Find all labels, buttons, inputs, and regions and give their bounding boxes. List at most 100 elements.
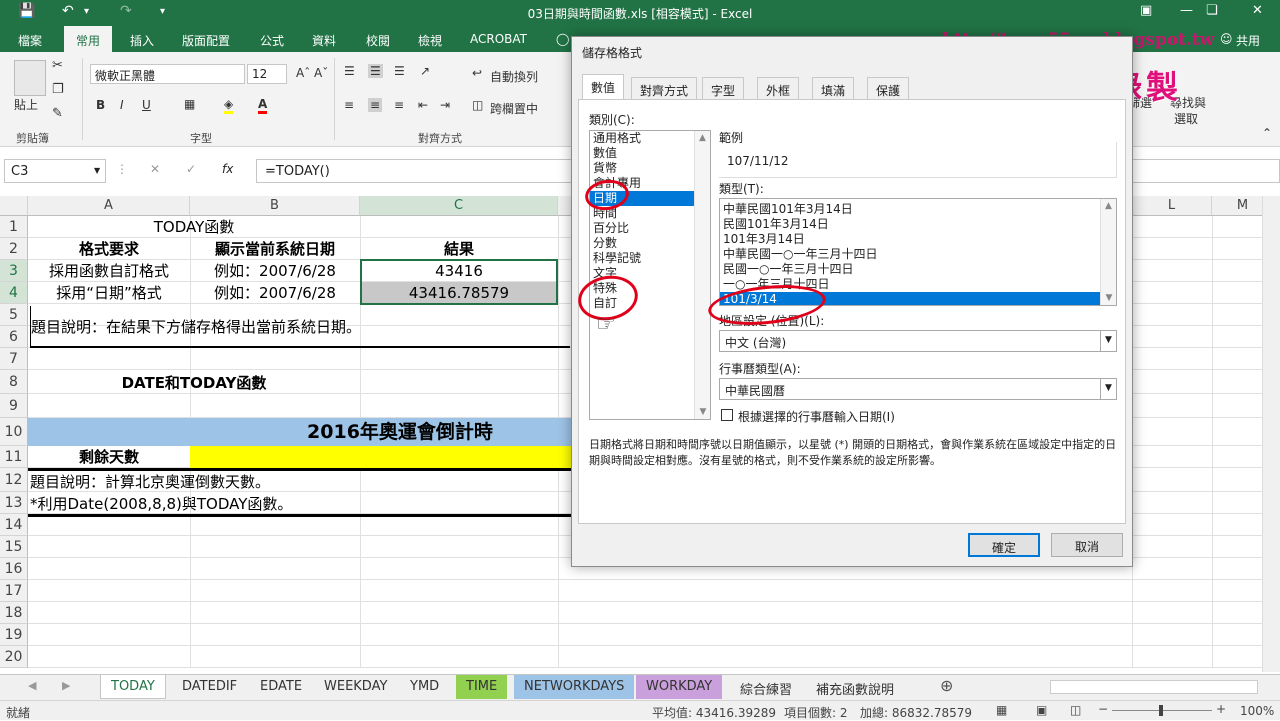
column-header-l[interactable]: L (1132, 196, 1212, 216)
zoom-slider-thumb[interactable] (1159, 705, 1163, 716)
splitter-icon[interactable]: ⋮ (116, 162, 128, 176)
cancel-icon[interactable]: ✕ (150, 162, 160, 176)
cell-a12[interactable]: 題目說明：計算北京奧運倒數天數。 (30, 471, 570, 493)
row-header[interactable]: 11 (0, 446, 28, 468)
tab-protection[interactable]: 保護 (867, 77, 910, 99)
page-layout-icon[interactable]: ▣ (1036, 703, 1047, 717)
row-header[interactable]: 10 (0, 418, 28, 446)
name-box-dropdown-icon[interactable]: ▼ (94, 166, 100, 175)
tab-acrobat[interactable]: ACROBAT (470, 32, 527, 46)
type-item[interactable]: 民國101年3月14日 (720, 217, 1116, 232)
tab-font[interactable]: 字型 (702, 77, 745, 99)
minimize-button[interactable]: — (1180, 3, 1193, 18)
bold-icon[interactable]: B (96, 98, 105, 112)
row-header[interactable]: 14 (0, 514, 28, 536)
row-header[interactable]: 5 (0, 304, 28, 326)
locale-dropdown[interactable]: 中文 (台灣) ▼ (719, 330, 1117, 352)
cell-a1[interactable]: TODAY函數 (28, 216, 360, 238)
lightbulb-icon[interactable]: ◯ (556, 32, 569, 46)
find-select-label[interactable]: 選取 (1174, 110, 1198, 127)
sheet-tab[interactable]: YMD (400, 675, 449, 699)
tab-border[interactable]: 外框 (757, 77, 800, 99)
type-item[interactable]: 中華民國一○一年三月十四日 (720, 247, 1116, 262)
sheet-tab[interactable]: NETWORKDAYS (514, 675, 635, 699)
row-header[interactable]: 9 (0, 394, 28, 418)
scroll-right-icon[interactable]: ▶ (62, 679, 70, 692)
decrease-indent-icon[interactable]: ⇤ (418, 98, 428, 112)
select-all-corner[interactable] (0, 196, 28, 216)
type-scrollbar[interactable]: ▲ ▼ (1100, 199, 1116, 305)
tab-page-layout[interactable]: 版面配置 (182, 32, 230, 49)
format-painter-icon[interactable]: ✎ (52, 106, 63, 121)
row-header[interactable]: 1 (0, 216, 28, 238)
ribbon-display-icon[interactable]: ▣ (1140, 3, 1152, 18)
merge-center-button[interactable]: 跨欄置中 (490, 100, 538, 117)
paste-button[interactable]: 貼上 (14, 96, 38, 113)
copy-icon[interactable]: ❐ (52, 82, 64, 97)
tab-number[interactable]: 數值 (582, 74, 625, 100)
column-header-d[interactable] (558, 196, 572, 216)
row-header[interactable]: 6 (0, 326, 28, 348)
cell-a3[interactable]: 採用函數自訂格式 (28, 260, 190, 282)
align-bottom-icon[interactable]: ☰ (394, 64, 405, 78)
wrap-text-icon[interactable]: ↩ (472, 66, 482, 80)
italic-icon[interactable]: I (120, 98, 124, 112)
sheet-tab[interactable]: EDATE (250, 675, 312, 699)
paste-icon[interactable] (14, 60, 46, 96)
cell-b3[interactable]: 例如：2007/6/28 (190, 260, 360, 282)
shrink-font-icon[interactable]: Aˇ (314, 66, 328, 80)
collapse-ribbon-icon[interactable]: ⌃ (1262, 126, 1272, 140)
row-header[interactable]: 18 (0, 602, 28, 624)
share-button[interactable]: 共用 (1236, 32, 1260, 49)
category-item[interactable]: 數值 (590, 146, 710, 161)
column-header-b[interactable]: B (190, 196, 360, 216)
tab-data[interactable]: 資料 (312, 32, 336, 49)
tab-file[interactable]: 檔案 (18, 32, 42, 49)
grow-font-icon[interactable]: Aˆ (296, 66, 310, 80)
font-size-combo[interactable]: 12 (247, 64, 287, 84)
sheet-tab[interactable]: DATEDIF (172, 675, 247, 699)
align-top-icon[interactable]: ☰ (344, 64, 355, 78)
restore-button[interactable]: ❏ (1206, 3, 1218, 18)
borders-icon[interactable]: ▦ (184, 97, 195, 111)
align-left-icon[interactable]: ≡ (344, 98, 354, 112)
category-item[interactable]: 貨幣 (590, 161, 710, 176)
cell-b4[interactable]: 例如：2007/6/28 (190, 282, 360, 304)
merge-center-icon[interactable]: ◫ (472, 98, 483, 112)
row-header[interactable]: 19 (0, 624, 28, 646)
share-icon[interactable]: ☺ (1220, 32, 1233, 46)
column-header-a[interactable]: A (28, 196, 190, 216)
fill-color-icon[interactable]: ◈ (224, 97, 234, 114)
sheet-tab[interactable]: 補充函數說明 (806, 675, 904, 699)
tab-home[interactable]: 常用 (64, 26, 113, 52)
tab-formulas[interactable]: 公式 (260, 32, 284, 49)
calendar-dropdown[interactable]: 中華民國曆 ▼ (719, 378, 1117, 400)
vertical-scrollbar[interactable] (1262, 196, 1280, 672)
underline-icon[interactable]: U (142, 98, 151, 112)
cell-a11[interactable]: 剩餘天數 (28, 446, 190, 468)
horizontal-scrollbar[interactable] (1050, 680, 1258, 694)
sheet-tab[interactable]: WORKDAY (636, 675, 723, 699)
sheet-tab[interactable]: 綜合練習 (730, 675, 802, 699)
cut-icon[interactable]: ✂ (52, 58, 63, 73)
sheet-tab[interactable]: WEEKDAY (314, 675, 397, 699)
name-box[interactable]: C3 (4, 159, 106, 183)
cell-a2[interactable]: 格式要求 (28, 238, 190, 260)
tab-insert[interactable]: 插入 (130, 32, 154, 49)
row-header[interactable]: 7 (0, 348, 28, 370)
tab-alignment[interactable]: 對齊方式 (631, 77, 698, 99)
column-header-c[interactable]: C (360, 196, 558, 216)
enter-icon[interactable]: ✓ (186, 162, 196, 176)
row-header[interactable]: 2 (0, 238, 28, 260)
page-break-icon[interactable]: ◫ (1070, 703, 1081, 717)
cell-a8[interactable]: DATE和TODAY函數 (28, 372, 360, 394)
cell-a10[interactable]: 2016年奧運會倒計時 (190, 418, 610, 446)
row-header[interactable]: 17 (0, 580, 28, 602)
new-sheet-icon[interactable]: ⊕ (940, 676, 953, 695)
category-item[interactable]: 科學記號 (590, 251, 710, 266)
category-scrollbar[interactable]: ▲ ▼ (694, 131, 710, 419)
checkbox-label[interactable]: 根據選擇的行事曆輸入日期(I) (738, 408, 895, 425)
normal-view-icon[interactable]: ▦ (996, 703, 1007, 717)
insert-function-icon[interactable]: fx (222, 162, 233, 176)
scroll-left-icon[interactable]: ◀ (28, 679, 36, 692)
